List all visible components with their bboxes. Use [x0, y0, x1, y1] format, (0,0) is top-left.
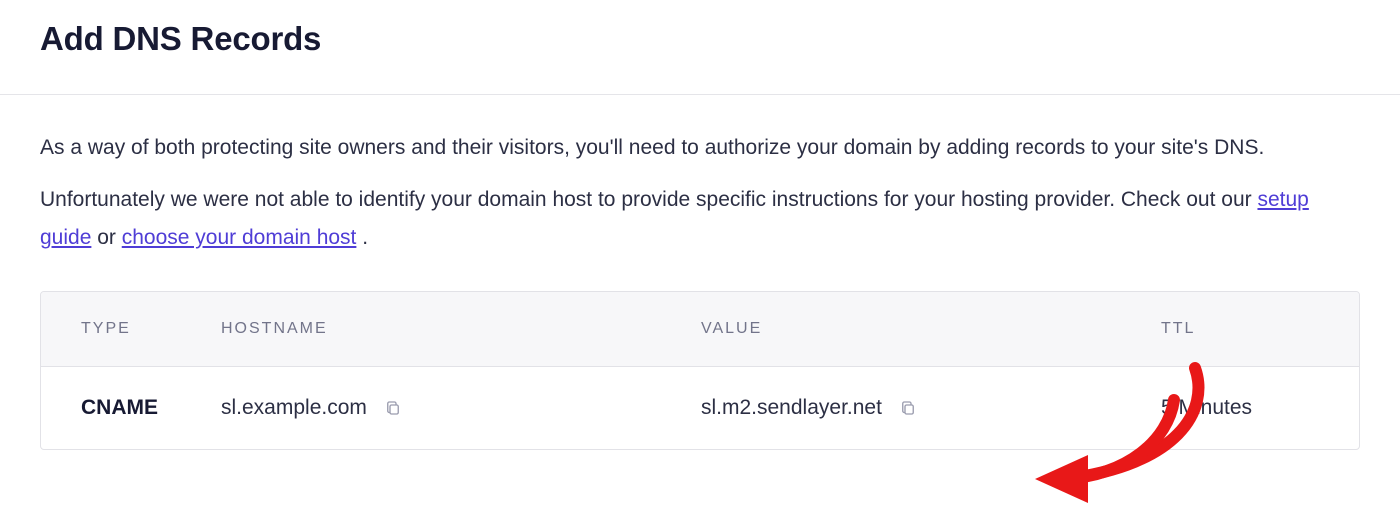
col-header-hostname: HOSTNAME	[221, 292, 701, 366]
link-choose-host[interactable]: choose your domain host	[122, 226, 357, 249]
intro-paragraph-2-text-b: or	[97, 226, 122, 249]
cell-ttl: 5 Minutes	[1161, 396, 1359, 420]
cell-type: CNAME	[41, 396, 221, 420]
intro-paragraph-2: Unfortunately we were not able to identi…	[40, 181, 1360, 257]
intro-paragraph-1: As a way of both protecting site owners …	[40, 129, 1360, 167]
intro-paragraph-2-text-c: .	[362, 226, 368, 249]
table-header-row: TYPE HOSTNAME VALUE TTL	[41, 292, 1359, 367]
copy-value-button[interactable]	[894, 394, 922, 422]
copy-hostname-button[interactable]	[379, 394, 407, 422]
col-header-value: VALUE	[701, 292, 1161, 366]
cell-hostname: sl.example.com	[221, 396, 367, 420]
intro-paragraph-2-text-a: Unfortunately we were not able to identi…	[40, 188, 1257, 211]
copy-icon	[384, 399, 402, 417]
cell-value: sl.m2.sendlayer.net	[701, 396, 882, 420]
dns-records-table: TYPE HOSTNAME VALUE TTL CNAME sl.example…	[40, 291, 1360, 450]
col-header-ttl: TTL	[1161, 292, 1359, 366]
copy-icon	[899, 399, 917, 417]
table-row: CNAME sl.example.com sl.m2.sendlayer.net	[41, 367, 1359, 449]
col-header-type: TYPE	[41, 292, 221, 366]
page-title: Add DNS Records	[40, 20, 1360, 58]
